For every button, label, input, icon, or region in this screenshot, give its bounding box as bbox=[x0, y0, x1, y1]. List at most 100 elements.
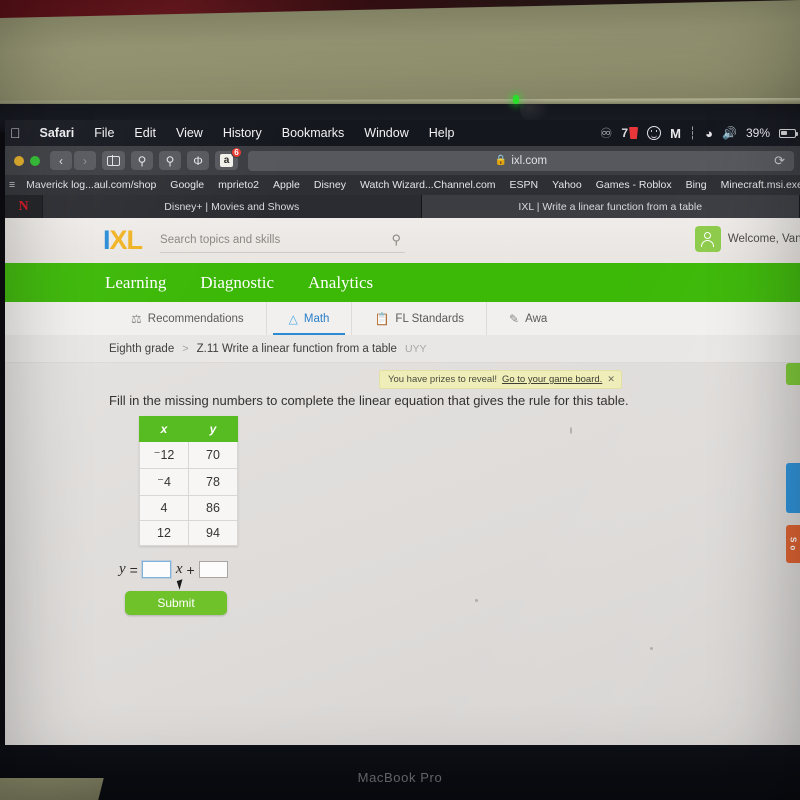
menu-item-file[interactable]: File bbox=[84, 126, 124, 140]
volume-icon[interactable]: 🔊 bbox=[722, 126, 737, 140]
tab-awards[interactable]: ✎ Awa bbox=[487, 302, 569, 335]
close-icon[interactable]: ✕ bbox=[607, 374, 615, 385]
browser-tab-ixl[interactable]: IXL | Write a linear function from a tab… bbox=[421, 195, 800, 218]
sidebar-toggle-button[interactable] bbox=[102, 151, 125, 170]
table-row: 12 94 bbox=[139, 520, 238, 546]
ixl-logo-xl: XL bbox=[109, 225, 144, 255]
apple-logo-icon[interactable]:  bbox=[5, 125, 30, 141]
submit-button[interactable]: Submit bbox=[125, 591, 227, 615]
orange-side-tab[interactable]: S o bbox=[786, 525, 800, 563]
search-input[interactable] bbox=[160, 234, 361, 246]
battery-icon[interactable] bbox=[779, 128, 798, 138]
amazon-extension-button[interactable]: a 6 bbox=[215, 147, 242, 170]
bookmark-item[interactable]: mprieto2 bbox=[211, 179, 266, 191]
menu-bar-status-items: ♾ 7 M ┆ ◕ 🔊 39% bbox=[600, 120, 800, 146]
creative-cloud-icon[interactable]: ♾ bbox=[600, 125, 613, 142]
menu-item-edit[interactable]: Edit bbox=[124, 126, 166, 140]
breadcrumb-skill: Z.11 Write a linear function from a tabl… bbox=[196, 342, 397, 355]
laptop-screen:  Safari File Edit View History Bookmark… bbox=[5, 120, 800, 747]
slope-input[interactable] bbox=[141, 561, 171, 578]
data-table: x y 12 70 4 78 4 bbox=[139, 416, 238, 546]
ixl-logo[interactable]: IXL bbox=[103, 225, 144, 255]
tab-label: FL Standards bbox=[395, 312, 465, 325]
breadcrumb: Eighth grade > Z.11 Write a linear funct… bbox=[5, 335, 800, 363]
amazon-badge: 6 bbox=[231, 147, 242, 158]
photo-speck bbox=[570, 427, 572, 434]
awards-icon: ✎ bbox=[509, 311, 520, 326]
lock-icon: 🔒 bbox=[494, 155, 508, 166]
tab-fl-standards[interactable]: 📋 FL Standards bbox=[352, 302, 488, 335]
mouse-cursor bbox=[176, 579, 186, 590]
cell-y: 78 bbox=[188, 468, 238, 496]
breadcrumb-grade[interactable]: Eighth grade bbox=[109, 343, 174, 355]
menu-item-help[interactable]: Help bbox=[419, 126, 465, 140]
notification-count: 7 bbox=[621, 126, 629, 140]
browser-tab-disney[interactable]: Disney+ | Movies and Shows bbox=[43, 195, 422, 218]
tab-recommendations[interactable]: ⚖ Recommendations bbox=[109, 302, 267, 335]
bookmark-item[interactable]: Google bbox=[163, 179, 211, 191]
cell-x: 4 bbox=[139, 495, 189, 521]
red-cup-icon bbox=[629, 127, 639, 139]
zoom-search-button[interactable]: ⚲ bbox=[159, 151, 181, 170]
extension-icon: Φ bbox=[193, 153, 203, 168]
notification-count-group[interactable]: 7 bbox=[621, 126, 639, 140]
search-button[interactable]: ⚲ bbox=[131, 151, 153, 170]
reload-icon[interactable]: ⟳ bbox=[774, 153, 785, 169]
gmail-icon[interactable]: M bbox=[670, 126, 681, 141]
intercept-input[interactable] bbox=[198, 561, 228, 578]
search-icon[interactable]: ⚲ bbox=[392, 232, 406, 248]
tab-math[interactable]: △ Math bbox=[267, 302, 353, 335]
bookmark-item[interactable]: Apple bbox=[266, 179, 307, 191]
search-field-wrapper[interactable]: ⚲ bbox=[160, 229, 406, 253]
minimize-button[interactable] bbox=[14, 155, 24, 166]
nav-item-diagnostic[interactable]: Diagnostic bbox=[200, 273, 274, 293]
column-header-x: x bbox=[139, 416, 189, 442]
address-bar[interactable]: 🔒 ixl.com ⟳ bbox=[248, 150, 794, 171]
menu-item-window[interactable]: Window bbox=[354, 126, 418, 140]
breadcrumb-skill-code: UYY bbox=[404, 342, 427, 355]
menu-item-safari[interactable]: Safari bbox=[30, 126, 85, 140]
browser-tab-netflix[interactable]: N bbox=[5, 195, 43, 218]
back-button[interactable]: ‹ bbox=[50, 151, 72, 170]
bookmark-item[interactable]: Minecraft.msi.exe bbox=[714, 179, 800, 191]
bluetooth-icon[interactable]: ┆ bbox=[689, 126, 696, 140]
blue-side-tab[interactable] bbox=[786, 463, 800, 513]
menu-item-history[interactable]: History bbox=[213, 126, 272, 140]
ixl-main-nav: Learning Diagnostic Analytics bbox=[5, 263, 800, 302]
cell-x: 12 bbox=[139, 520, 189, 546]
bookmark-reading-list-icon[interactable]: ≡ bbox=[7, 179, 19, 191]
ixl-subject-tabs: ⚖ Recommendations △ Math 📋 FL Standards … bbox=[5, 302, 800, 335]
avatar[interactable] bbox=[694, 226, 721, 252]
green-side-tab[interactable] bbox=[786, 363, 800, 385]
extension-button[interactable]: Φ bbox=[187, 151, 209, 170]
smiley-icon[interactable] bbox=[647, 126, 662, 140]
bookmark-item[interactable]: Disney bbox=[307, 179, 353, 191]
bookmark-item[interactable]: Yahoo bbox=[545, 179, 589, 191]
tab-title: Disney+ | Movies and Shows bbox=[164, 200, 300, 213]
cell-y: 70 bbox=[188, 441, 238, 469]
equation-x-symbol: x bbox=[175, 561, 183, 577]
user-welcome-area[interactable]: Welcome, Vane bbox=[694, 226, 800, 252]
menu-item-view[interactable]: View bbox=[166, 126, 213, 140]
photo-speck bbox=[475, 599, 478, 602]
sidebar-icon bbox=[107, 155, 120, 166]
nav-item-analytics[interactable]: Analytics bbox=[308, 273, 373, 293]
forward-button[interactable]: › bbox=[74, 151, 96, 170]
bookmark-item[interactable]: Watch Wizard...Channel.com bbox=[353, 179, 503, 191]
menu-item-bookmarks[interactable]: Bookmarks bbox=[272, 126, 355, 140]
netflix-icon: N bbox=[18, 198, 29, 214]
prize-banner: You have prizes to reveal! Go to your ga… bbox=[379, 370, 622, 389]
cell-x: 4 bbox=[139, 468, 189, 496]
wifi-icon[interactable]: ◕ bbox=[705, 126, 713, 141]
desk-surface bbox=[0, 0, 800, 104]
bookmark-item[interactable]: Bing bbox=[679, 179, 714, 191]
maximize-button[interactable] bbox=[30, 155, 40, 166]
math-prism-icon: △ bbox=[288, 311, 298, 326]
tab-label: Awa bbox=[525, 312, 548, 325]
nav-item-learning[interactable]: Learning bbox=[105, 273, 166, 293]
bookmark-item[interactable]: Maverick log...aul.com/shop bbox=[19, 179, 163, 191]
game-board-link[interactable]: Go to your game board. bbox=[502, 374, 602, 385]
bookmark-item[interactable]: Games - Roblox bbox=[589, 179, 679, 191]
bookmark-item[interactable]: ESPN bbox=[503, 179, 546, 191]
window-traffic-lights bbox=[14, 155, 40, 166]
